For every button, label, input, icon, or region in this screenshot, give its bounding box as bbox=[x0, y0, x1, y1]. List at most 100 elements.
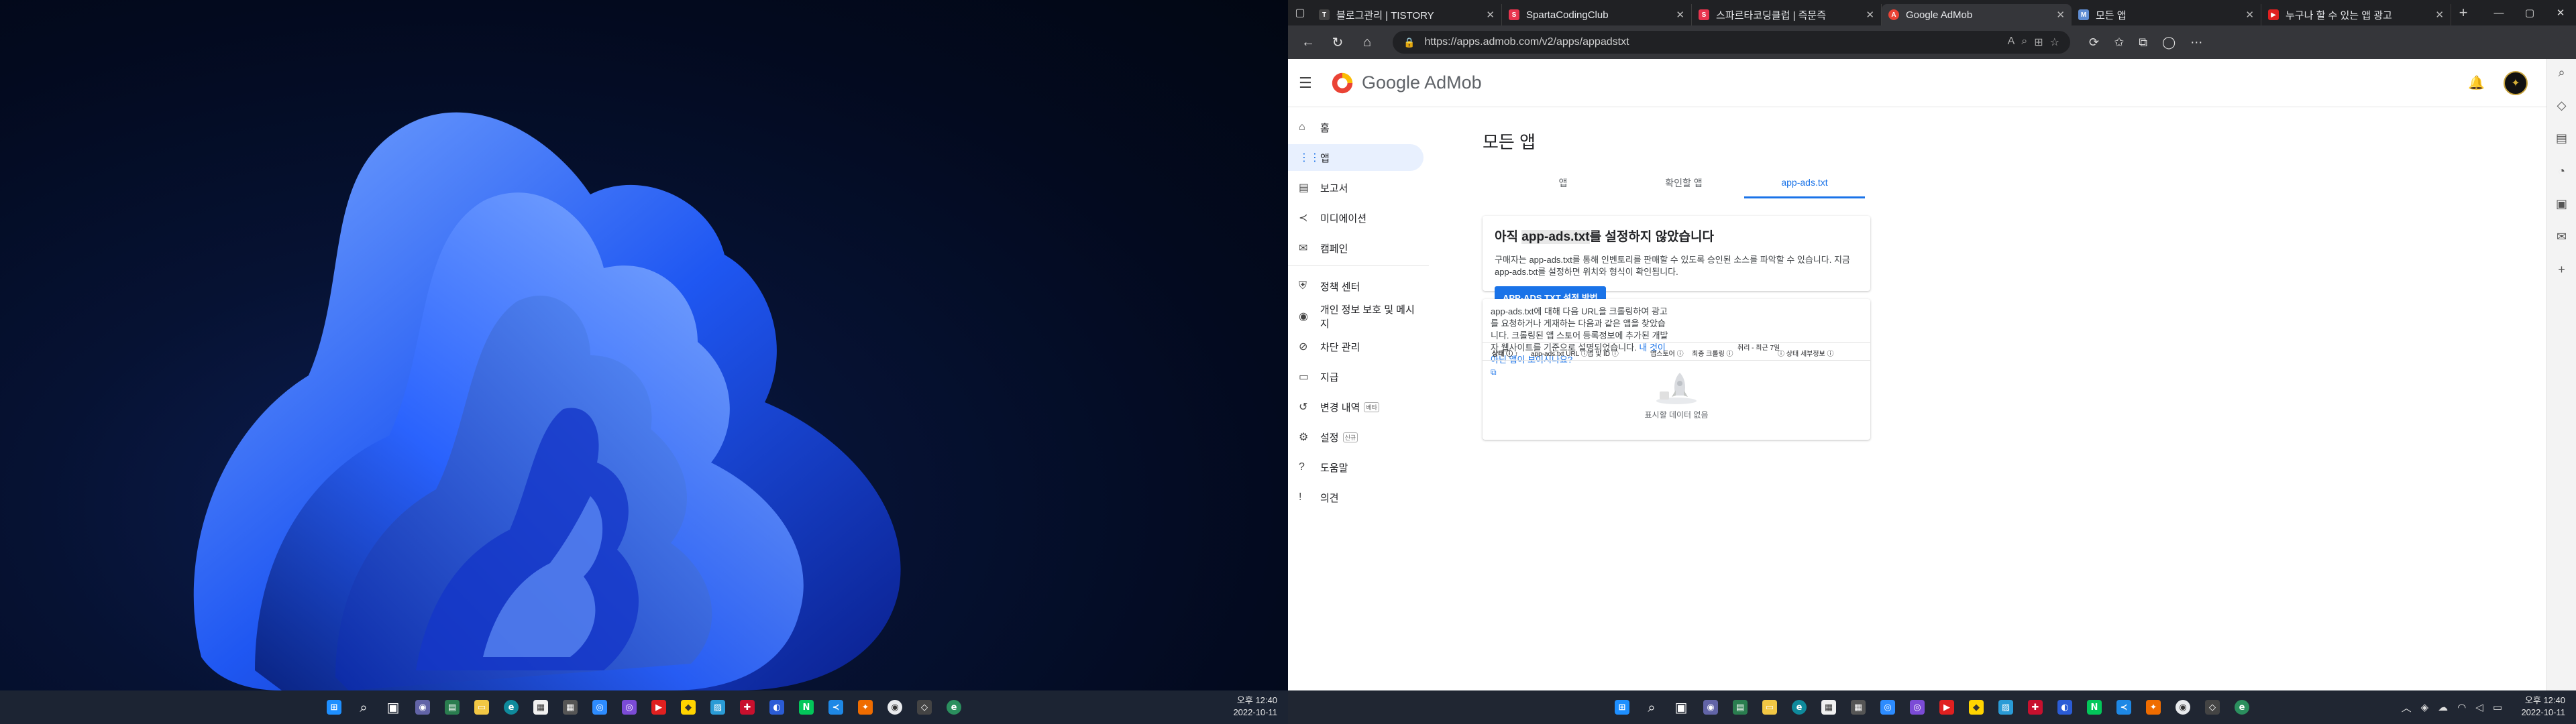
collections-icon[interactable]: ⧉ bbox=[2139, 36, 2147, 50]
app-dark-icon[interactable]: ◇ bbox=[912, 695, 937, 720]
close-icon[interactable]: ✕ bbox=[2056, 9, 2065, 21]
right-clock[interactable]: 오후 12:40 2022-10-11 bbox=[2521, 695, 2565, 719]
app-red-icon[interactable]: ✚ bbox=[735, 695, 760, 720]
sidebar-item-policy[interactable]: ⛨ 정책 센터 bbox=[1288, 273, 1424, 300]
tab-sparta[interactable]: S SpartaCodingClub ✕ bbox=[1502, 4, 1692, 25]
edge-icon[interactable]: e bbox=[1786, 695, 1812, 720]
close-window-icon[interactable]: ✕ bbox=[2545, 0, 2576, 25]
tab-all-apps[interactable]: M 모든 앱 ✕ bbox=[2072, 4, 2261, 25]
close-icon[interactable]: ✕ bbox=[2435, 9, 2444, 21]
naver-icon[interactable]: N bbox=[794, 695, 819, 720]
sidebar-item-campaign[interactable]: ✉ 캠페인 bbox=[1288, 235, 1424, 261]
start-icon[interactable]: ⊞ bbox=[1609, 695, 1635, 720]
sidebar-item-home[interactable]: ⌂ 홈 bbox=[1288, 114, 1424, 141]
sidebar-item-apps[interactable]: ⋮⋮ 앱 bbox=[1288, 144, 1424, 171]
tag-icon[interactable]: ◇ bbox=[2557, 99, 2567, 113]
edge-dev-icon[interactable]: e bbox=[941, 695, 967, 720]
widgets-icon[interactable]: ▤ bbox=[439, 695, 465, 720]
tab-admob[interactable]: A Google AdMob ✕ bbox=[1882, 4, 2072, 25]
app-available-icon[interactable]: ⊞ bbox=[2034, 36, 2043, 49]
sidebar-item-reports[interactable]: ▤ 보고서 bbox=[1288, 174, 1424, 201]
search-icon[interactable]: ⌕ bbox=[1639, 695, 1664, 720]
zoom-icon[interactable]: ◎ bbox=[587, 695, 612, 720]
briefcase-icon[interactable]: ▤ bbox=[2556, 131, 2567, 145]
refresh-icon[interactable]: ↻ bbox=[1326, 30, 1350, 54]
start-icon[interactable]: ⊞ bbox=[321, 695, 347, 720]
vscode-icon[interactable]: ≺ bbox=[2111, 695, 2137, 720]
chevron-up-icon[interactable]: ︿ bbox=[2402, 701, 2412, 715]
zoom-icon[interactable]: ◎ bbox=[1875, 695, 1900, 720]
close-icon[interactable]: ✕ bbox=[2245, 9, 2254, 21]
people-icon[interactable]: ◔ bbox=[2558, 164, 2565, 178]
url-input[interactable]: 🔒 https://apps.admob.com/v2/apps/appadst… bbox=[1393, 31, 2070, 54]
cloud-icon[interactable]: ☁ bbox=[2438, 701, 2448, 713]
app-dark-icon[interactable]: ◇ bbox=[2200, 695, 2225, 720]
close-icon[interactable]: ✕ bbox=[1866, 9, 1874, 21]
outlook-icon[interactable]: ✉ bbox=[2557, 230, 2567, 244]
more-icon[interactable]: ⋯ bbox=[2190, 36, 2202, 50]
read-aloud-icon[interactable]: A bbox=[2008, 36, 2015, 49]
back-icon[interactable]: ← bbox=[1296, 30, 1320, 54]
office-icon[interactable]: ▣ bbox=[2556, 197, 2567, 211]
tab-sparta-qa[interactable]: S 스파르타코딩클럽 | 즉문즉 ✕ bbox=[1692, 4, 1882, 25]
battery-icon[interactable]: ▭ bbox=[2493, 701, 2502, 713]
app-blue-icon[interactable]: ◐ bbox=[2052, 695, 2078, 720]
app-orange-icon[interactable]: ✦ bbox=[853, 695, 878, 720]
sidebar-item-privacy[interactable]: ◉ 개인 정보 보호 및 메시지 bbox=[1288, 303, 1424, 330]
sidebar-item-mediation[interactable]: ≺ 미디에이션 bbox=[1288, 204, 1424, 231]
app-blue-icon[interactable]: ◐ bbox=[764, 695, 790, 720]
photos-icon[interactable]: ▨ bbox=[705, 695, 731, 720]
home-icon[interactable]: ⌂ bbox=[1355, 30, 1379, 54]
task-view-icon[interactable]: ▣ bbox=[380, 695, 406, 720]
sidebar-item-blocking[interactable]: ⊘ 차단 관리 bbox=[1288, 333, 1424, 360]
col-status[interactable]: 상태 ⓘ ↑ bbox=[1492, 348, 1518, 358]
edge-dev-icon[interactable]: e bbox=[2229, 695, 2255, 720]
store-icon[interactable]: ▦ bbox=[528, 695, 553, 720]
tab-youtube[interactable]: ▶ 누구나 할 수 있는 앱 광고 ✕ bbox=[2261, 4, 2451, 25]
tab-apps-to-review[interactable]: 확인할 앱 bbox=[1623, 168, 1744, 198]
col-last-crawl[interactable]: 최종 크롤링 ⓘ bbox=[1692, 348, 1733, 358]
close-icon[interactable]: ✕ bbox=[1486, 9, 1495, 21]
col-app-store[interactable]: 앱스토어 ⓘ bbox=[1650, 348, 1684, 358]
extension-icon[interactable]: ⟳ bbox=[2089, 36, 2099, 50]
sidebar-item-settings[interactable]: ⚙ 설정 신규 bbox=[1288, 424, 1424, 450]
app-red-icon[interactable]: ✚ bbox=[2023, 695, 2048, 720]
volume-icon[interactable]: ◁ bbox=[2475, 701, 2483, 713]
left-clock[interactable]: 오후 12:40 2022-10-11 bbox=[1233, 695, 1277, 719]
app-purple-icon[interactable]: ◎ bbox=[1904, 695, 1930, 720]
col-status-details[interactable]: ⓘ 상태 세부정보 ⓘ bbox=[1778, 348, 1834, 358]
col-app-ads-url[interactable]: app-ads.txt URL ⓘ bbox=[1531, 348, 1588, 358]
task-view-icon[interactable]: ▣ bbox=[1668, 695, 1694, 720]
chat-icon[interactable]: ◉ bbox=[1698, 695, 1723, 720]
close-icon[interactable]: ✕ bbox=[1676, 9, 1684, 21]
minimize-icon[interactable]: — bbox=[2483, 0, 2514, 25]
app-orange-icon[interactable]: ✦ bbox=[2141, 695, 2166, 720]
sidebar-item-payments[interactable]: ▭ 지급 bbox=[1288, 363, 1424, 390]
favorite-icon[interactable]: ☆ bbox=[2050, 36, 2059, 49]
tray-app-icon[interactable]: ◈ bbox=[2421, 701, 2429, 713]
profile-icon[interactable]: ◯ bbox=[2162, 36, 2176, 50]
widgets-icon[interactable]: ▤ bbox=[1727, 695, 1753, 720]
tab-tistory[interactable]: T 블로그관리 | TISTORY ✕ bbox=[1312, 4, 1502, 25]
file-explorer-icon[interactable]: ▭ bbox=[469, 695, 494, 720]
wifi-icon[interactable]: ◠ bbox=[2457, 701, 2466, 713]
edge-icon[interactable]: e bbox=[498, 695, 524, 720]
search-icon[interactable]: ⌕ bbox=[351, 695, 376, 720]
sidebar-item-help[interactable]: ? 도움말 bbox=[1288, 454, 1424, 481]
new-tab-button[interactable]: + bbox=[2451, 4, 2475, 21]
naver-icon[interactable]: N bbox=[2082, 695, 2107, 720]
chat-icon[interactable]: ◉ bbox=[410, 695, 435, 720]
app-purple-icon[interactable]: ◎ bbox=[616, 695, 642, 720]
store-icon[interactable]: ▦ bbox=[1816, 695, 1841, 720]
tab-app-ads-txt[interactable]: app-ads.txt bbox=[1744, 168, 1865, 198]
col-requests-7d[interactable]: 취리 - 최근 7일 bbox=[1737, 345, 1780, 352]
chrome-icon[interactable]: ◉ bbox=[2170, 695, 2196, 720]
add-icon[interactable]: + bbox=[2558, 263, 2565, 277]
avatar[interactable]: ✦ bbox=[2504, 70, 2528, 95]
youtube-icon[interactable]: ▶ bbox=[646, 695, 672, 720]
vscode-icon[interactable]: ≺ bbox=[823, 695, 849, 720]
chrome-icon[interactable]: ◉ bbox=[882, 695, 908, 720]
photos-icon[interactable]: ▨ bbox=[1993, 695, 2019, 720]
admob-logo-icon[interactable] bbox=[1330, 70, 1355, 96]
youtube-icon[interactable]: ▶ bbox=[1934, 695, 1960, 720]
